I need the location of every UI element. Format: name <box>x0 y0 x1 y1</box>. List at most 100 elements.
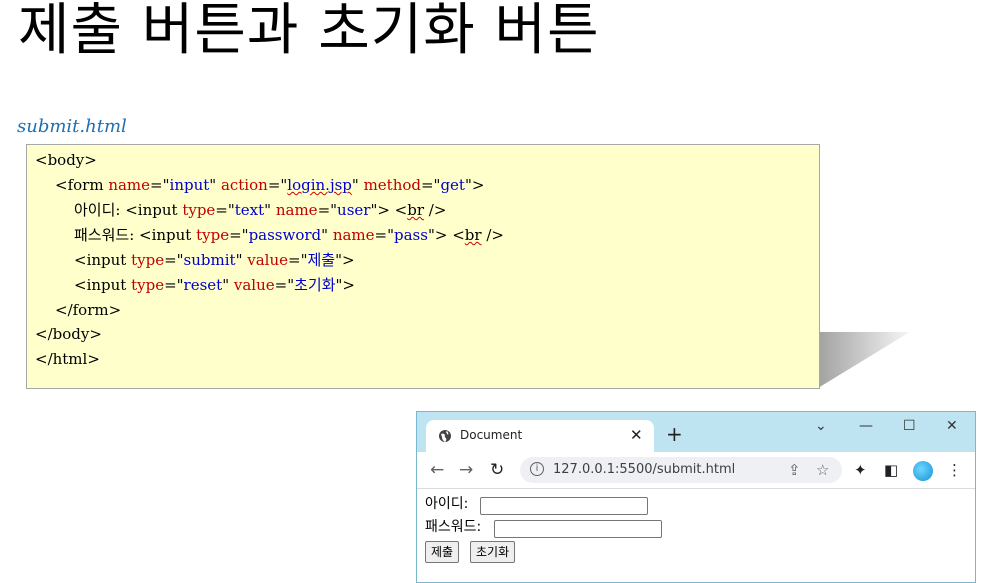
code-listing: <body> <form name="input" action="login.j… <box>26 144 820 389</box>
site-info-icon[interactable]: i <box>530 462 544 476</box>
tab-bar: Document ✕ + ⌄ — ☐ ✕ <box>417 412 975 452</box>
code-token: =" <box>164 251 184 269</box>
code-line: </html> <box>35 349 100 369</box>
code-token: =" <box>164 276 184 294</box>
code-token: " <box>235 251 248 269</box>
code-token: text <box>234 201 265 219</box>
id-label: 아이디: <box>425 496 469 512</box>
code-token: 아이디: <input <box>74 201 183 219</box>
code-token: br <box>407 201 425 219</box>
page-content: 아이디: 패스워드: 제출 초기화 <box>417 489 975 582</box>
globe-icon <box>439 430 451 442</box>
code-token: " <box>321 226 333 244</box>
code-token: 패스워드: <input <box>74 226 197 244</box>
code-token: "> <box>335 276 355 294</box>
code-token: =" <box>229 226 249 244</box>
code-token: "> <box>464 176 485 194</box>
code-line: <input type="submit" value="제출"> <box>74 250 355 270</box>
code-token: " <box>222 276 234 294</box>
code-line: <form name="input" action="login.jsp" me… <box>55 175 484 195</box>
code-token: "> <box>335 251 355 269</box>
tab-document[interactable]: Document ✕ <box>426 420 654 452</box>
maximize-button[interactable]: ☐ <box>903 418 916 434</box>
forward-arrow-icon[interactable]: → <box>459 460 473 480</box>
close-window-button[interactable]: ✕ <box>946 418 958 434</box>
code-token: reset <box>183 276 223 294</box>
code-token: "> < <box>427 226 465 244</box>
code-token: "> < <box>370 201 408 219</box>
code-token: " <box>264 201 276 219</box>
close-tab-icon[interactable]: ✕ <box>630 426 643 444</box>
code-token: value <box>233 276 275 294</box>
code-token: =" <box>267 176 288 194</box>
code-token: name <box>275 201 318 219</box>
new-tab-button[interactable]: + <box>666 424 683 444</box>
code-token: <form <box>55 176 109 194</box>
code-filename: submit.html <box>17 116 127 137</box>
code-token: user <box>337 201 371 219</box>
code-token: password <box>248 226 322 244</box>
code-token: =" <box>215 201 235 219</box>
code-token: value <box>247 251 288 269</box>
code-token: get <box>440 176 465 194</box>
code-token: action <box>220 176 268 194</box>
url-text[interactable]: 127.0.0.1:5500/submit.html <box>553 462 735 477</box>
code-token: pass <box>394 226 428 244</box>
address-bar[interactable]: i 127.0.0.1:5500/submit.html ⇪ ☆ <box>520 457 842 483</box>
code-line: </form> <box>55 300 121 320</box>
code-line: <input type="reset" value="초기화"> <box>74 275 355 295</box>
extensions-puzzle-icon[interactable]: ✦ <box>854 461 867 479</box>
code-token: =" <box>150 176 170 194</box>
code-token: method <box>363 176 421 194</box>
profile-avatar[interactable] <box>913 461 933 481</box>
code-token: type <box>131 251 165 269</box>
password-label: 패스워드: <box>425 519 482 535</box>
tab-search-icon[interactable]: ⌄ <box>815 418 827 434</box>
code-token: <input <box>74 276 132 294</box>
code-token: 초기화 <box>294 276 336 294</box>
reset-button[interactable]: 초기화 <box>470 541 516 563</box>
code-token: type <box>182 201 216 219</box>
pass-input[interactable] <box>494 520 662 538</box>
code-token: <input <box>74 251 132 269</box>
bookmark-star-icon[interactable]: ☆ <box>816 461 829 479</box>
share-icon[interactable]: ⇪ <box>788 461 801 479</box>
code-token: </html> <box>35 350 100 368</box>
code-token: submit <box>183 251 236 269</box>
slide-title: 제출 버튼과 초기화 버튼 <box>18 0 600 63</box>
code-token: /> <box>481 226 504 244</box>
code-token: 제출 <box>307 251 336 269</box>
code-token: =" <box>420 176 441 194</box>
browser-toolbar: ← → ↻ i 127.0.0.1:5500/submit.html ⇪ ☆ ✦… <box>417 452 975 489</box>
code-token: name <box>332 226 375 244</box>
code-line: <body> <box>35 150 97 170</box>
code-token: name <box>108 176 151 194</box>
tab-title: Document <box>460 428 523 442</box>
code-token: =" <box>274 276 295 294</box>
code-line: </body> <box>35 324 102 344</box>
code-token: input <box>169 176 210 194</box>
code-token: </form> <box>55 301 122 319</box>
code-token: " <box>209 176 221 194</box>
code-token: </body> <box>35 325 102 343</box>
back-arrow-icon[interactable]: ← <box>430 460 444 480</box>
code-token: br <box>464 226 482 244</box>
reload-icon[interactable]: ↻ <box>490 460 504 480</box>
code-box-shadow <box>818 332 910 388</box>
code-token: type <box>196 226 230 244</box>
code-token: login.jsp <box>287 176 352 194</box>
submit-button[interactable]: 제출 <box>425 541 460 563</box>
user-input[interactable] <box>480 497 648 515</box>
menu-kebab-icon[interactable]: ⋮ <box>947 461 962 479</box>
code-token: /> <box>424 201 447 219</box>
side-panel-icon[interactable]: ◧ <box>884 461 898 479</box>
code-token: =" <box>374 226 395 244</box>
code-token: type <box>131 276 165 294</box>
browser-window: Document ✕ + ⌄ — ☐ ✕ ← → ↻ i 127.0.0.1:5… <box>416 411 976 583</box>
code-token: =" <box>317 201 338 219</box>
code-token: " <box>351 176 364 194</box>
code-line: 패스워드: <input type="password" name="pass"… <box>74 225 504 245</box>
code-token: <body> <box>35 151 97 169</box>
code-token: =" <box>288 251 308 269</box>
minimize-button[interactable]: — <box>859 418 873 434</box>
